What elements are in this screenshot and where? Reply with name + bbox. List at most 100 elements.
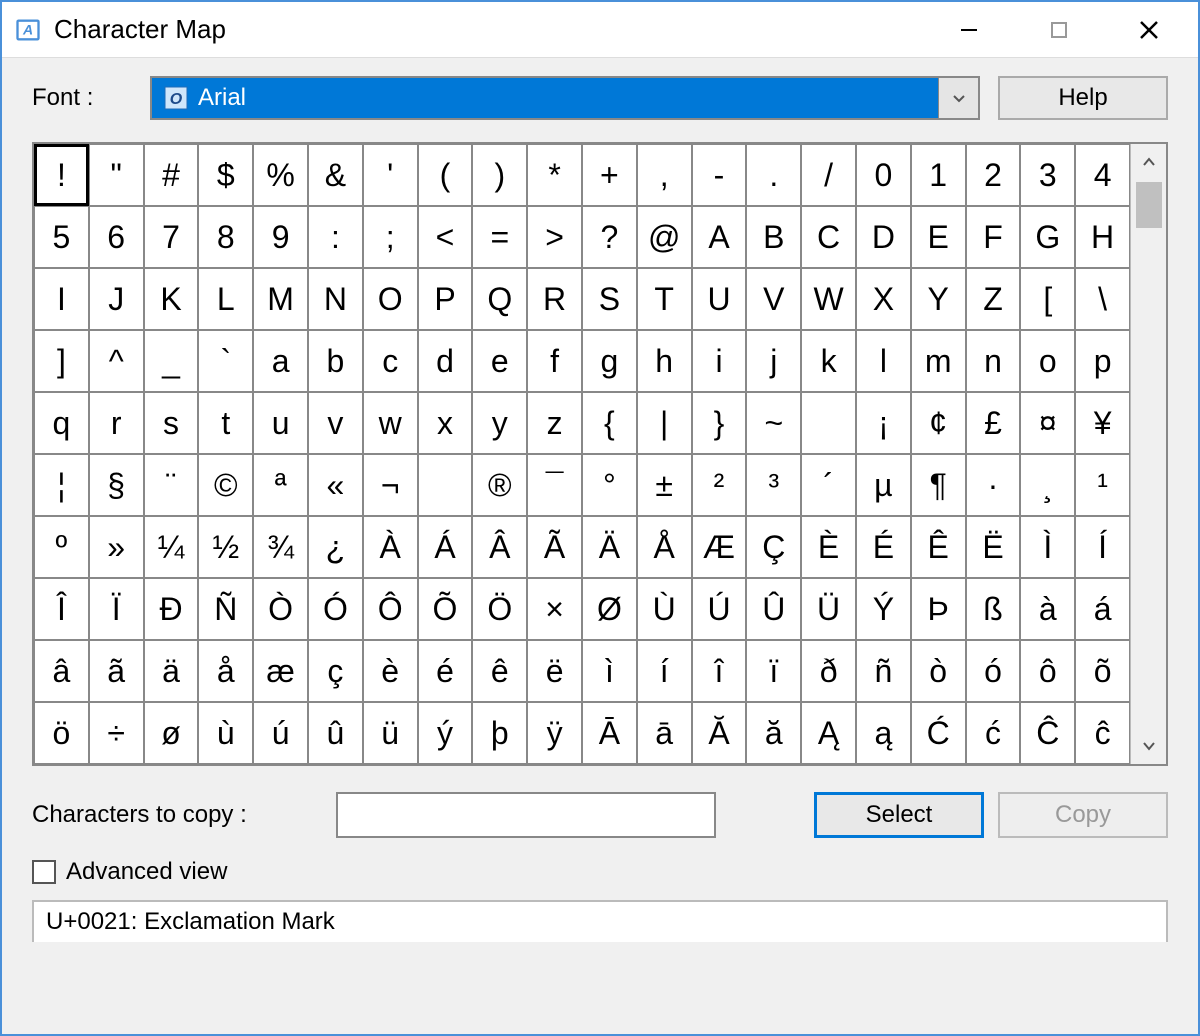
- character-cell[interactable]: ą: [856, 702, 911, 764]
- character-cell[interactable]: Ì: [1020, 516, 1075, 578]
- character-cell[interactable]: ā: [637, 702, 692, 764]
- character-cell[interactable]: Ô: [363, 578, 418, 640]
- character-cell[interactable]: Ö: [472, 578, 527, 640]
- character-cell[interactable]: ×: [527, 578, 582, 640]
- character-cell[interactable]: D: [856, 206, 911, 268]
- character-cell[interactable]: ó: [966, 640, 1021, 702]
- character-cell[interactable]: /: [801, 144, 856, 206]
- character-cell[interactable]: Ò: [253, 578, 308, 640]
- minimize-button[interactable]: [924, 3, 1014, 57]
- character-cell[interactable]: ï: [746, 640, 801, 702]
- character-cell[interactable]: w: [363, 392, 418, 454]
- character-cell[interactable]: a: [253, 330, 308, 392]
- character-cell[interactable]: Ą: [801, 702, 856, 764]
- character-cell[interactable]: T: [637, 268, 692, 330]
- character-cell[interactable]: â: [34, 640, 89, 702]
- character-cell[interactable]: ù: [198, 702, 253, 764]
- character-cell[interactable]: ¬: [363, 454, 418, 516]
- character-cell[interactable]: S: [582, 268, 637, 330]
- select-button[interactable]: Select: [814, 792, 984, 838]
- character-cell[interactable]: V: [746, 268, 801, 330]
- character-cell[interactable]: P: [418, 268, 473, 330]
- character-cell[interactable]: Ï: [89, 578, 144, 640]
- character-cell[interactable]: <: [418, 206, 473, 268]
- character-cell[interactable]: K: [144, 268, 199, 330]
- character-cell[interactable]: =: [472, 206, 527, 268]
- character-cell[interactable]: Å: [637, 516, 692, 578]
- character-cell[interactable]: I: [34, 268, 89, 330]
- character-cell[interactable]: å: [198, 640, 253, 702]
- character-cell[interactable]: b: [308, 330, 363, 392]
- character-cell[interactable]: À: [363, 516, 418, 578]
- character-cell[interactable]: 1: [911, 144, 966, 206]
- character-cell[interactable]: f: [527, 330, 582, 392]
- character-cell[interactable]: [801, 392, 856, 454]
- character-cell[interactable]: û: [308, 702, 363, 764]
- character-cell[interactable]: ü: [363, 702, 418, 764]
- character-cell[interactable]: Ó: [308, 578, 363, 640]
- character-cell[interactable]: á: [1075, 578, 1130, 640]
- character-cell[interactable]: «: [308, 454, 363, 516]
- character-cell[interactable]: E: [911, 206, 966, 268]
- character-cell[interactable]: §: [89, 454, 144, 516]
- character-cell[interactable]: x: [418, 392, 473, 454]
- character-cell[interactable]: ÷: [89, 702, 144, 764]
- character-cell[interactable]: ä: [144, 640, 199, 702]
- character-cell[interactable]: m: [911, 330, 966, 392]
- scroll-down-button[interactable]: [1131, 728, 1166, 764]
- character-cell[interactable]: *: [527, 144, 582, 206]
- character-cell[interactable]: ¯: [527, 454, 582, 516]
- character-cell[interactable]: ß: [966, 578, 1021, 640]
- character-cell[interactable]: í: [637, 640, 692, 702]
- character-cell[interactable]: Ā: [582, 702, 637, 764]
- character-cell[interactable]: H: [1075, 206, 1130, 268]
- character-cell[interactable]: Î: [34, 578, 89, 640]
- character-cell[interactable]: Á: [418, 516, 473, 578]
- character-cell[interactable]: È: [801, 516, 856, 578]
- character-cell[interactable]: F: [966, 206, 1021, 268]
- character-cell[interactable]: Ç: [746, 516, 801, 578]
- dropdown-arrow[interactable]: [938, 78, 978, 118]
- character-cell[interactable]: Ë: [966, 516, 1021, 578]
- character-cell[interactable]: :: [308, 206, 363, 268]
- copy-button[interactable]: Copy: [998, 792, 1168, 838]
- character-cell[interactable]: õ: [1075, 640, 1130, 702]
- character-cell[interactable]: k: [801, 330, 856, 392]
- scroll-up-button[interactable]: [1131, 144, 1166, 180]
- character-cell[interactable]: ª: [253, 454, 308, 516]
- character-cell[interactable]: >: [527, 206, 582, 268]
- character-cell[interactable]: {: [582, 392, 637, 454]
- character-cell[interactable]: Æ: [692, 516, 747, 578]
- character-cell[interactable]: º: [34, 516, 89, 578]
- character-cell[interactable]: ': [363, 144, 418, 206]
- character-cell[interactable]: 9: [253, 206, 308, 268]
- character-cell[interactable]: O: [363, 268, 418, 330]
- character-cell[interactable]: ~: [746, 392, 801, 454]
- character-cell[interactable]: C: [801, 206, 856, 268]
- character-cell[interactable]: Y: [911, 268, 966, 330]
- character-cell[interactable]: ²: [692, 454, 747, 516]
- character-cell[interactable]: ­: [418, 454, 473, 516]
- character-cell[interactable]: 4: [1075, 144, 1130, 206]
- character-cell[interactable]: !: [34, 144, 89, 206]
- character-cell[interactable]: ĉ: [1075, 702, 1130, 764]
- character-cell[interactable]: ç: [308, 640, 363, 702]
- character-cell[interactable]: ô: [1020, 640, 1075, 702]
- character-cell[interactable]: ®: [472, 454, 527, 516]
- character-cell[interactable]: y: [472, 392, 527, 454]
- character-cell[interactable]: ,: [637, 144, 692, 206]
- character-cell[interactable]: M: [253, 268, 308, 330]
- character-cell[interactable]: @: [637, 206, 692, 268]
- character-cell[interactable]: Ê: [911, 516, 966, 578]
- character-cell[interactable]: ì: [582, 640, 637, 702]
- character-cell[interactable]: ³: [746, 454, 801, 516]
- character-cell[interactable]: 8: [198, 206, 253, 268]
- character-cell[interactable]: N: [308, 268, 363, 330]
- character-cell[interactable]: µ: [856, 454, 911, 516]
- character-cell[interactable]: ć: [966, 702, 1021, 764]
- character-cell[interactable]: ¨: [144, 454, 199, 516]
- character-cell[interactable]: g: [582, 330, 637, 392]
- character-cell[interactable]: Ý: [856, 578, 911, 640]
- character-cell[interactable]: è: [363, 640, 418, 702]
- character-cell[interactable]: -: [692, 144, 747, 206]
